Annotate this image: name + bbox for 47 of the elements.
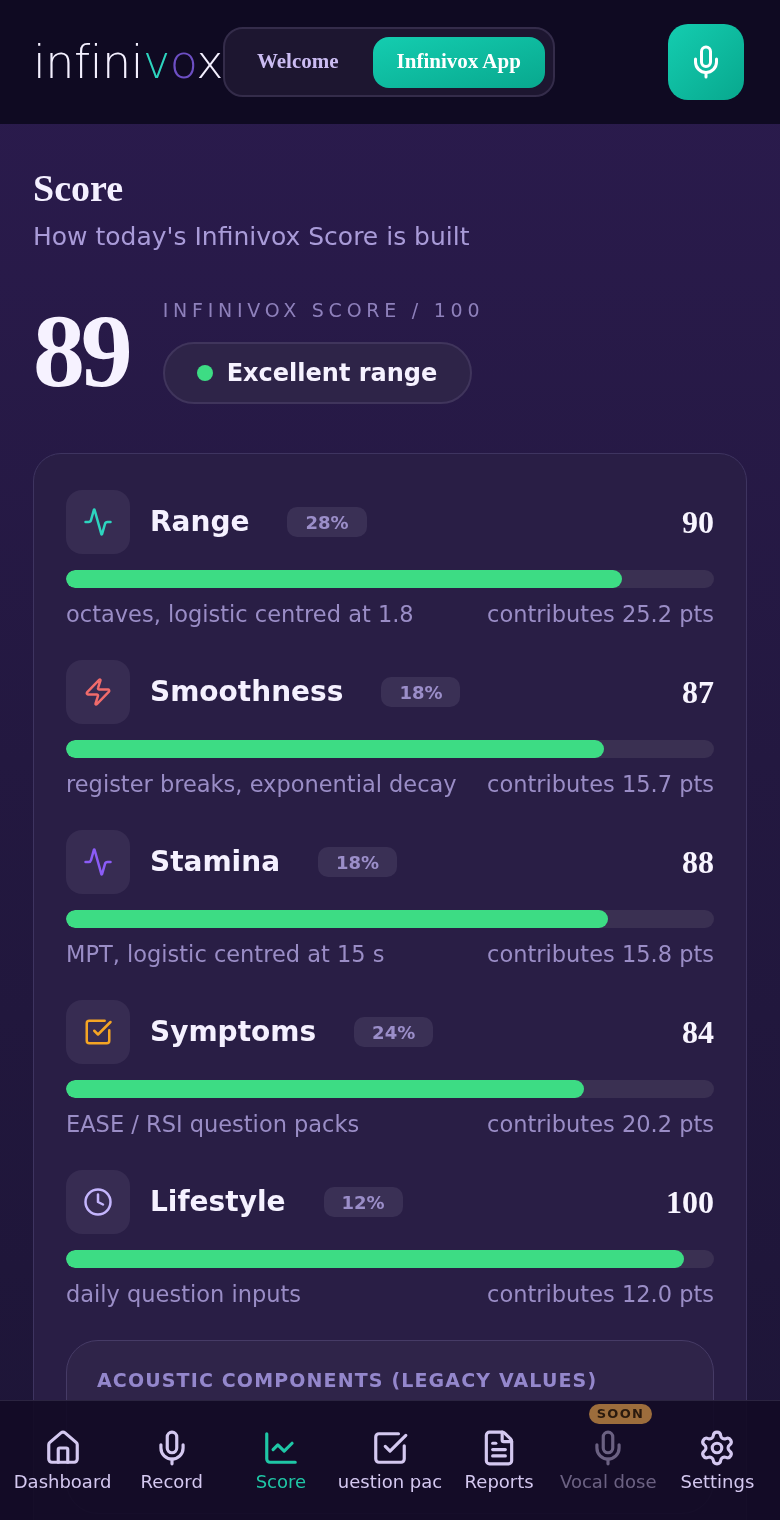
weight-badge: 18% — [381, 677, 461, 707]
checkbox-icon — [66, 1000, 130, 1064]
weight-badge: 24% — [354, 1017, 434, 1047]
metric-description: daily question inputs — [66, 1280, 301, 1308]
metric-contribution: contributes 20.2 pts — [487, 1110, 714, 1138]
page-title: Score — [33, 166, 125, 210]
metric-contribution: contributes 25.2 pts — [487, 600, 714, 628]
metric-name: Range — [150, 504, 250, 540]
metric-score: 90 — [682, 503, 714, 542]
logo-wordmark: infinivox — [33, 39, 223, 85]
nav-tab[interactable]: uestion pac — [337, 1429, 443, 1493]
lightning-icon — [66, 660, 130, 724]
clock-icon — [66, 1170, 130, 1234]
metric-contribution: contributes 12.0 pts — [487, 1280, 714, 1308]
pulse-icon — [66, 830, 130, 894]
metric-description: MPT, logistic centred at 15 s — [66, 940, 385, 968]
score-value: 89 — [33, 299, 129, 403]
page-subtitle: How today's Infinivox Score is built — [33, 222, 471, 252]
score-caption: INFINIVOX SCORE / 100 — [162, 298, 485, 322]
microphone-button[interactable] — [668, 24, 744, 100]
metric-score: 100 — [666, 1183, 714, 1222]
metric-name: Lifestyle — [150, 1184, 286, 1220]
soon-badge: SOON — [588, 1404, 653, 1424]
weight-badge: 28% — [287, 507, 367, 537]
metric-contribution: contributes 15.7 pts — [487, 770, 714, 798]
metric-name: Symptoms — [150, 1014, 317, 1050]
metric-score: 84 — [682, 1013, 714, 1052]
metric-description: EASE / RSI question packs — [66, 1110, 360, 1138]
view-tab[interactable]: Welcome — [232, 36, 363, 88]
metric-description: octaves, logistic centred at 1.8 — [66, 600, 414, 628]
pulse-icon — [66, 490, 130, 554]
metric-description: register breaks, exponential decay — [66, 770, 457, 798]
nav-tab[interactable]: Reports — [464, 1429, 534, 1493]
weight-badge: 12% — [323, 1187, 403, 1217]
metric-contribution: contributes 15.8 pts — [487, 940, 714, 968]
nav-tab[interactable]: Settings — [680, 1429, 755, 1493]
metric-name: Stamina — [150, 844, 281, 880]
nav-tab[interactable]: Dashboard — [13, 1429, 112, 1493]
nav-tab[interactable]: Score — [255, 1429, 307, 1493]
nav-tab[interactable]: Record — [140, 1429, 203, 1493]
metric-score: 87 — [682, 673, 714, 712]
checkbox-icon — [371, 1429, 409, 1467]
metric-score: 88 — [682, 843, 714, 882]
status-label: Excellent range — [226, 358, 438, 389]
metric-name: Smoothness — [150, 674, 344, 710]
section-heading: ACOUSTIC COMPONENTS (LEGACY VALUES) — [97, 1368, 599, 1393]
weight-badge: 18% — [318, 847, 398, 877]
